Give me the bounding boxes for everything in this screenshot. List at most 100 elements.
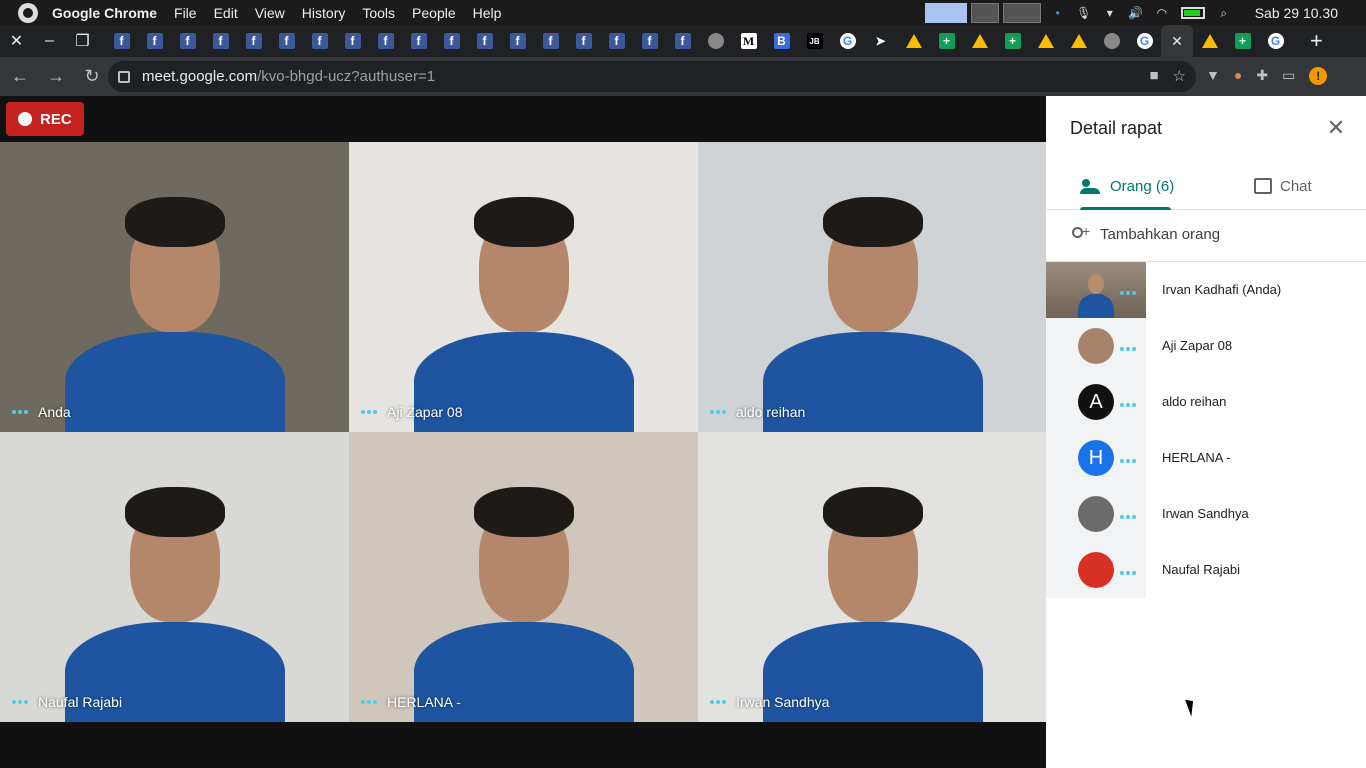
browser-tab[interactable] [1062, 25, 1095, 57]
browser-tab[interactable]: f [633, 25, 666, 57]
browser-tab[interactable]: f [534, 25, 567, 57]
browser-tab[interactable] [963, 25, 996, 57]
menu-view[interactable]: View [255, 5, 285, 21]
close-panel-icon[interactable]: ✕ [1324, 116, 1348, 140]
menu-people[interactable]: People [412, 5, 456, 21]
browser-tab[interactable]: f [336, 25, 369, 57]
participant-row[interactable]: Naufal Rajabi [1046, 542, 1366, 598]
browser-tab[interactable] [699, 25, 732, 57]
camera-icon[interactable]: ■ [1149, 67, 1158, 85]
participant-name: Irwan Sandhya [1162, 506, 1249, 521]
participant-row[interactable]: H HERLANA - [1046, 430, 1366, 486]
browser-tab[interactable]: ➤ [864, 25, 897, 57]
window-minimize-icon[interactable]: – [33, 25, 66, 57]
menu-history[interactable]: History [302, 5, 346, 21]
participant-row[interactable]: Irwan Sandhya [1046, 486, 1366, 542]
browser-tab[interactable]: + [996, 25, 1029, 57]
search-icon[interactable]: ⌕ [1216, 6, 1232, 20]
dropdown-icon[interactable]: ▾ [1102, 6, 1118, 20]
participant-video-tile[interactable]: Irwan Sandhya [698, 432, 1047, 722]
participant-video-tile[interactable]: Aji Zapar 08 [349, 142, 698, 432]
volume-icon[interactable]: 🔊 [1128, 6, 1144, 20]
microphone-icon[interactable]: 🎙 [1076, 6, 1092, 20]
add-people-button[interactable]: Tambahkan orang [1070, 223, 1220, 243]
bookmark-star-icon[interactable]: ☆ [1173, 67, 1186, 85]
hair-shape [124, 487, 225, 537]
more-options-icon[interactable] [12, 410, 28, 414]
browser-tab[interactable] [1095, 25, 1128, 57]
menu-edit[interactable]: Edit [214, 5, 238, 21]
browser-tab[interactable]: f [369, 25, 402, 57]
workspace-1[interactable] [924, 2, 967, 23]
browser-tab[interactable]: f [435, 25, 468, 57]
browser-tab[interactable] [897, 25, 930, 57]
more-options-icon[interactable] [361, 700, 377, 704]
new-tab-button[interactable]: + [1310, 28, 1323, 54]
battery-icon[interactable] [1180, 6, 1205, 19]
browser-tab[interactable]: f [666, 25, 699, 57]
participant-row[interactable]: Irvan Kadhafi (Anda) [1046, 262, 1366, 318]
more-options-icon[interactable] [710, 410, 726, 414]
reload-icon[interactable]: ↻ [76, 61, 108, 93]
active-tab[interactable]: ✕ [1161, 25, 1193, 57]
more-options-icon[interactable] [710, 700, 726, 704]
tab-people[interactable]: Orang (6) [1080, 162, 1174, 210]
window-restore-icon[interactable]: ❐ [66, 25, 99, 57]
puzzle-extensions-icon[interactable]: ✚ [1256, 67, 1268, 85]
browser-tab[interactable]: f [501, 25, 534, 57]
clock[interactable]: Sab 29 10.30 [1255, 5, 1338, 21]
url-text[interactable]: meet.google.com/kvo-bhgd-ucz?authuser=1 [142, 68, 435, 85]
browser-tab[interactable]: f [600, 25, 633, 57]
participant-row[interactable]: Aaldo reihan [1046, 374, 1366, 430]
window-close-icon[interactable]: ✕ [0, 25, 33, 57]
participant-video-tile[interactable]: HERLANA - [349, 432, 698, 722]
browser-tab[interactable]: + [1226, 25, 1259, 57]
vuejs-extension-icon[interactable]: ▼ [1206, 67, 1220, 85]
back-arrow-icon[interactable]: ← [4, 61, 36, 93]
participant-video-tile[interactable]: Naufal Rajabi [0, 432, 349, 722]
participant-row[interactable]: Aji Zapar 08 [1046, 318, 1366, 374]
browser-tab[interactable]: G [1128, 25, 1161, 57]
hair-shape [473, 487, 574, 537]
update-warning-icon[interactable]: ! [1309, 67, 1328, 85]
browser-tab[interactable]: f [138, 25, 171, 57]
browser-tab[interactable]: f [204, 25, 237, 57]
browser-tab[interactable]: f [567, 25, 600, 57]
participant-video-tile[interactable]: Anda [0, 142, 349, 432]
browser-tab[interactable]: f [237, 25, 270, 57]
browser-tab[interactable] [1193, 25, 1226, 57]
browser-tab[interactable] [1029, 25, 1062, 57]
browser-tab[interactable]: + [930, 25, 963, 57]
tab-close-icon[interactable]: ✕ [1171, 33, 1183, 50]
browser-tab[interactable]: f [303, 25, 336, 57]
menu-file[interactable]: File [174, 5, 197, 21]
menu-tools[interactable]: Tools [362, 5, 395, 21]
browser-tab[interactable]: f [402, 25, 435, 57]
workspace-3[interactable] [1002, 2, 1041, 23]
browser-tab[interactable]: f [171, 25, 204, 57]
browser-tab[interactable]: G [1259, 25, 1292, 57]
lock-icon[interactable] [118, 70, 130, 83]
browser-tab[interactable]: B [765, 25, 798, 57]
wifi-icon[interactable]: ◠ [1154, 6, 1170, 20]
browser-tab[interactable]: G [831, 25, 864, 57]
browser-tab[interactable]: f [468, 25, 501, 57]
menu-help[interactable]: Help [473, 5, 502, 21]
cookie-extension-icon[interactable]: ● [1234, 67, 1242, 85]
browser-tab[interactable]: JB [798, 25, 831, 57]
more-options-icon[interactable] [361, 410, 377, 414]
address-bar[interactable]: meet.google.com/kvo-bhgd-ucz?authuser=1 … [108, 61, 1196, 92]
facebook-icon: f [410, 33, 427, 49]
workspace-2[interactable] [970, 2, 999, 23]
browser-tab[interactable]: M [732, 25, 765, 57]
browser-tab[interactable]: f [105, 25, 138, 57]
app-name[interactable]: Google Chrome [52, 5, 157, 21]
github-icon[interactable] [18, 2, 38, 23]
browser-tab[interactable]: f [270, 25, 303, 57]
forward-arrow-icon[interactable]: → [40, 61, 72, 93]
battery-extension-icon[interactable]: ▭ [1282, 67, 1295, 85]
facebook-icon: f [311, 33, 328, 49]
more-options-icon[interactable] [12, 700, 28, 704]
participant-video-tile[interactable]: aldo reihan [698, 142, 1047, 432]
tab-chat[interactable]: Chat [1254, 162, 1312, 210]
